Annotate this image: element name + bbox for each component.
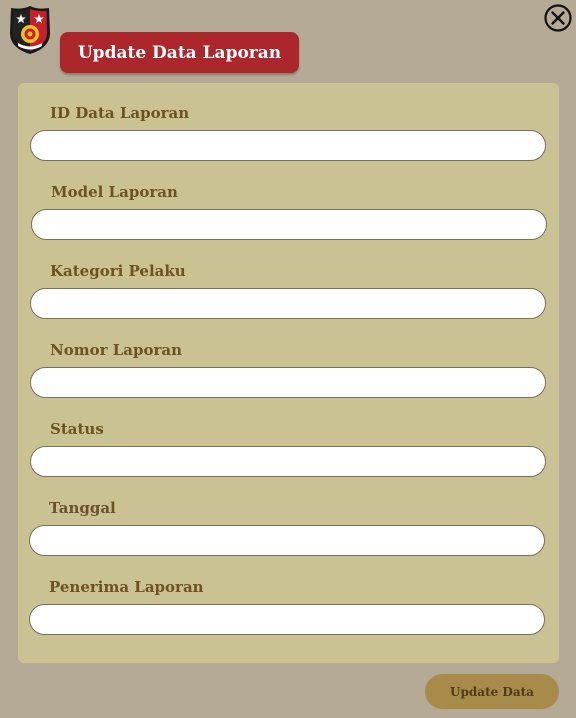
update-data-button[interactable]: Update Data [425,674,559,709]
label-id-data-laporan: ID Data Laporan [50,104,190,122]
status-input[interactable] [30,446,546,477]
close-circle-icon [544,4,572,32]
penerima-laporan-input[interactable] [29,604,545,635]
page-title: Update Data Laporan [60,32,299,73]
id-data-laporan-input[interactable] [30,130,546,161]
label-kategori-pelaku: Kategori Pelaku [50,262,186,280]
label-status: Status [50,420,104,438]
tanggal-input[interactable] [29,525,545,556]
label-nomor-laporan: Nomor Laporan [50,341,183,359]
police-badge-icon [10,6,50,54]
nomor-laporan-input[interactable] [30,367,546,398]
close-button[interactable] [543,3,573,33]
label-tanggal: Tanggal [49,499,116,517]
model-laporan-input[interactable] [31,209,547,240]
label-model-laporan: Model Laporan [51,183,178,201]
police-badge-logo [8,5,52,55]
label-penerima-laporan: Penerima Laporan [49,578,204,596]
kategori-pelaku-input[interactable] [30,288,546,319]
